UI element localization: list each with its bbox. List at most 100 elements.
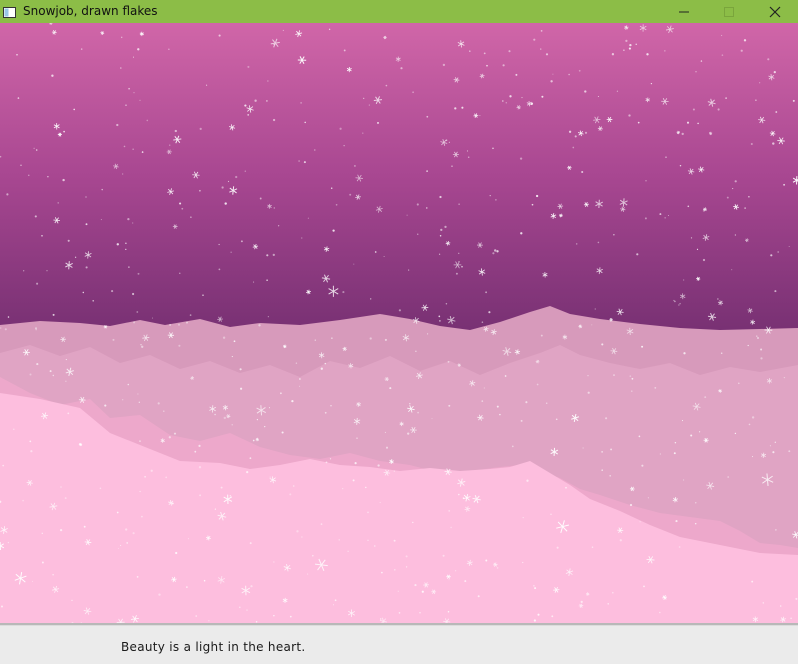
snow-dot xyxy=(494,249,497,252)
snow-dot xyxy=(99,487,102,490)
snow-dot xyxy=(0,327,2,329)
snow-dot xyxy=(535,194,539,198)
snow-dot xyxy=(116,511,119,514)
snow-dot xyxy=(144,475,146,478)
snow-dot xyxy=(278,225,280,227)
snow-dot xyxy=(551,615,554,618)
snow-dot xyxy=(694,522,697,525)
snow-dot xyxy=(244,170,247,172)
snow-dot xyxy=(690,237,693,239)
snow-dot xyxy=(594,308,596,310)
close-button[interactable] xyxy=(753,0,798,23)
snow-dot xyxy=(479,115,481,117)
snow-dot xyxy=(385,446,389,449)
snow-dot xyxy=(421,590,424,593)
snow-dot xyxy=(777,251,780,253)
snow-dot xyxy=(469,50,471,52)
snow-dot xyxy=(458,252,460,254)
snow-dot xyxy=(168,436,171,439)
snow-dot xyxy=(269,476,271,478)
snow-dot xyxy=(51,74,54,77)
snow-dot xyxy=(331,337,333,339)
snow-dot xyxy=(520,232,523,235)
snow-dot xyxy=(67,412,70,415)
snow-dot xyxy=(405,566,408,568)
snow-dot xyxy=(342,488,344,490)
snow-dot xyxy=(644,217,647,220)
snow-dot xyxy=(267,80,269,82)
snow-dot xyxy=(132,532,135,535)
snow-dot xyxy=(370,298,372,300)
snow-dot xyxy=(295,362,298,364)
snow-dot xyxy=(174,129,177,133)
snow-dot xyxy=(132,292,135,296)
snow-dot xyxy=(683,279,685,281)
snow-dot xyxy=(374,251,377,253)
snow-dot xyxy=(299,378,301,380)
snow-dot xyxy=(393,539,396,542)
snow-dot xyxy=(775,529,777,531)
snow-dot xyxy=(368,104,370,106)
snow-dot xyxy=(116,123,119,127)
snow-dot xyxy=(325,461,328,464)
snow-dot xyxy=(298,160,300,162)
close-icon xyxy=(769,6,781,18)
snow-dot xyxy=(398,612,401,614)
snow-dot xyxy=(281,431,284,434)
app-window-icon xyxy=(3,4,16,18)
snow-dot xyxy=(273,615,275,617)
snow-dot xyxy=(36,282,39,285)
snow-dot xyxy=(502,64,505,67)
snow-dot xyxy=(520,419,523,422)
snow-dot xyxy=(272,118,276,122)
snow-dot xyxy=(120,36,123,39)
snow-dot xyxy=(659,453,661,455)
snow-dot xyxy=(332,604,335,606)
snow-dot xyxy=(628,47,631,50)
snow-dot xyxy=(304,121,306,124)
snow-dot xyxy=(792,99,795,102)
snow-dot xyxy=(734,234,737,236)
snow-dot xyxy=(734,432,737,435)
snow-dot xyxy=(486,64,488,67)
snow-dot xyxy=(300,102,302,104)
snow-dot xyxy=(173,432,177,435)
snow-dot xyxy=(120,544,122,546)
status-bar: Beauty is a light in the heart. xyxy=(0,623,798,664)
snow-dot xyxy=(381,571,383,574)
sky xyxy=(0,23,798,363)
snow-dot xyxy=(214,508,217,510)
snow-dot xyxy=(695,502,697,504)
snow-dot xyxy=(126,541,129,544)
snow-dot xyxy=(231,356,233,358)
snow-dot xyxy=(347,550,349,552)
snow-dot xyxy=(609,474,612,477)
snow-dot xyxy=(214,413,216,416)
minimize-button[interactable] xyxy=(662,0,707,23)
snow-dot xyxy=(23,270,25,272)
snow-dot xyxy=(750,142,753,146)
snow-dot xyxy=(1,605,3,608)
snow-dot xyxy=(483,387,485,389)
snow-dot xyxy=(625,39,628,43)
snow-dot xyxy=(397,590,400,593)
snow-dot xyxy=(249,542,252,545)
snow-dot xyxy=(64,497,67,500)
title-bar[interactable]: Snowjob, drawn flakes xyxy=(0,0,798,23)
snow-dot xyxy=(157,402,160,405)
snow-dot xyxy=(582,447,584,449)
snow-dot xyxy=(444,225,447,229)
snow-dot xyxy=(330,187,333,189)
snow-dot xyxy=(417,411,419,414)
maximize-button[interactable] xyxy=(707,0,752,23)
snow-dot xyxy=(338,539,340,541)
snow-dot xyxy=(532,584,535,587)
snow-dot xyxy=(169,323,172,326)
snow-dot xyxy=(238,606,241,609)
snow-dot xyxy=(732,188,734,190)
snow-dot xyxy=(448,509,451,512)
snow-dot xyxy=(623,49,625,51)
snow-dot xyxy=(137,48,140,51)
snow-dot xyxy=(296,530,299,533)
snow-dot xyxy=(695,71,697,73)
